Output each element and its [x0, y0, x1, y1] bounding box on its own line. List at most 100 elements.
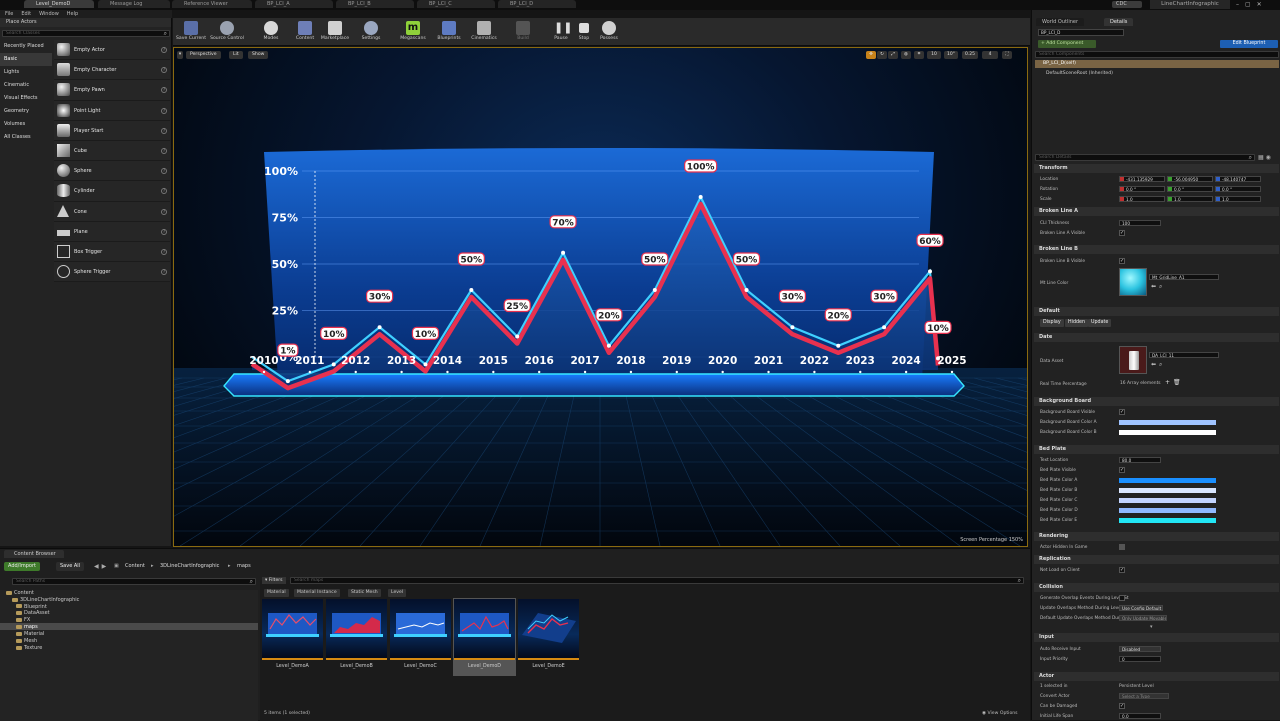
section-replication[interactable]: Replication	[1034, 555, 1279, 564]
add-component-button[interactable]: + Add Component	[1038, 40, 1096, 48]
section-broken-line-b[interactable]: Broken Line B	[1034, 245, 1279, 254]
actor-box-trigger[interactable]: Box Trigger?	[54, 241, 170, 263]
scale-y-field[interactable]: 1.0	[1167, 196, 1213, 202]
broken-line-b-visible-checkbox[interactable]: ✓	[1119, 258, 1125, 264]
actor-sphere-trigger[interactable]: Sphere Trigger?	[54, 262, 170, 283]
transform-mode-icon[interactable]: ✥	[866, 51, 876, 59]
doc-tab-level[interactable]: Level_DemoD	[24, 0, 94, 8]
scale-x-field[interactable]: 1.0	[1119, 196, 1165, 202]
actor-empty-actor[interactable]: Empty Actor?	[54, 40, 170, 61]
cinematics-button[interactable]: Cinematics	[466, 18, 502, 46]
help-icon[interactable]: ?	[161, 87, 167, 94]
doc-tab-message-log[interactable]: Message Log	[98, 0, 170, 8]
component-root-row[interactable]: BP_LCI_D(self)	[1035, 60, 1279, 68]
section-input[interactable]: Input	[1034, 633, 1279, 642]
section-date[interactable]: Date	[1034, 333, 1279, 342]
doc-tab-reference-viewer[interactable]: Reference Viewer	[172, 0, 252, 8]
save-current-button[interactable]: Save Current	[173, 18, 209, 46]
marketplace-button[interactable]: Marketplace	[317, 18, 353, 46]
help-icon[interactable]: ?	[161, 228, 167, 235]
help-icon[interactable]: ?	[161, 188, 167, 195]
search-paths-input[interactable]: Search Paths ⌕	[12, 578, 256, 585]
menu-window[interactable]: Window	[39, 10, 59, 18]
display-button[interactable]: Display	[1040, 319, 1064, 327]
category-basic[interactable]: Basic	[0, 53, 52, 66]
help-icon[interactable]: ?	[161, 107, 167, 114]
scale-z-field[interactable]: 1.0	[1215, 196, 1261, 202]
help-icon[interactable]: ?	[161, 248, 167, 255]
category-cinematic[interactable]: Cinematic	[0, 79, 52, 92]
tree-blueprint[interactable]: Blueprint	[16, 604, 47, 610]
possess-button[interactable]: Possess	[591, 18, 627, 46]
actor-hidden-checkbox[interactable]	[1119, 544, 1125, 550]
tree-texture[interactable]: Texture	[16, 645, 42, 651]
surface-snap-icon[interactable]: ⌗	[914, 51, 924, 59]
bed-plate-color-e-swatch[interactable]	[1119, 518, 1216, 523]
show-button[interactable]: Show	[248, 51, 269, 59]
rotation-z-field[interactable]: 0.0 °	[1215, 186, 1261, 192]
broken-line-a-visible-checkbox[interactable]: ✓	[1119, 230, 1125, 236]
asset-level-demo-c[interactable]: Level_DemoC	[389, 598, 452, 676]
array-add-icon[interactable]: +🗑	[1165, 379, 1184, 386]
section-actor[interactable]: Actor	[1034, 672, 1279, 681]
bed-plate-color-a-swatch[interactable]	[1119, 478, 1216, 483]
viewport-menu-button[interactable]: ▾	[177, 51, 183, 59]
modes-button[interactable]: Modes	[253, 18, 289, 46]
doc-tab-bp-lci-d[interactable]: BP_LCI_D	[498, 0, 576, 8]
data-asset-dropdown[interactable]: DA_LCI_11	[1149, 352, 1219, 358]
menu-edit[interactable]: Edit	[21, 10, 31, 18]
initial-life-span-field[interactable]: 0.0	[1119, 713, 1161, 719]
hidden-button[interactable]: Hidden	[1065, 319, 1089, 327]
help-icon[interactable]: ?	[161, 147, 167, 154]
line-material-dropdown[interactable]: Mt_GridLine_A1	[1149, 274, 1219, 280]
actor-empty-pawn[interactable]: Empty Pawn?	[54, 80, 170, 101]
default-update-dropdown[interactable]: Only Update Movable	[1119, 615, 1167, 621]
material-thumbnail[interactable]	[1119, 268, 1147, 296]
breadcrumb-project[interactable]: 3DLineChartInfographic	[160, 562, 219, 571]
component-child-row[interactable]: DefaultSceneRoot (Inherited)	[1046, 71, 1113, 76]
perspective-button[interactable]: Perspective	[186, 51, 221, 59]
menu-file[interactable]: File	[5, 10, 13, 18]
bg-board-visible-checkbox[interactable]: ✓	[1119, 409, 1125, 415]
doc-tab-bp-lci-a[interactable]: BP_LCI_A	[255, 0, 333, 8]
megascans-button[interactable]: m Megascans	[395, 18, 431, 46]
tree-project[interactable]: 3DLineChartInfographic	[12, 597, 79, 603]
filter-tab-level[interactable]: Level	[388, 589, 407, 597]
breadcrumb-maps[interactable]: maps	[237, 562, 251, 571]
rotation-y-field[interactable]: 0.0 °	[1167, 186, 1213, 192]
build-button[interactable]: Build	[505, 18, 541, 46]
content-browser-tab[interactable]: Content Browser	[4, 550, 64, 558]
tab-details[interactable]: Details	[1104, 18, 1134, 26]
category-geometry[interactable]: Geometry	[0, 105, 52, 118]
rotate-mode-icon[interactable]: ↻	[877, 51, 887, 59]
browse-asset-icon[interactable]: ⬅⌕	[1151, 361, 1165, 369]
window-controls[interactable]: –▢✕	[1236, 0, 1268, 9]
filter-tab-material-instance[interactable]: Material Instance	[294, 589, 340, 597]
search-components-input[interactable]: Search Components	[1035, 51, 1279, 58]
help-icon[interactable]: ?	[161, 47, 167, 53]
auto-receive-input-dropdown[interactable]: Disabled	[1119, 646, 1161, 652]
rotation-snap-value[interactable]: 10°	[944, 51, 958, 59]
history-nav-icons[interactable]: ◀▶	[94, 562, 109, 571]
actor-point-light[interactable]: Point Light?	[54, 100, 170, 121]
actor-plane[interactable]: Plane?	[54, 221, 170, 242]
location-x-field[interactable]: -431.135929	[1119, 176, 1165, 182]
doc-tab-bp-lci-c[interactable]: BP_LCI_C	[417, 0, 495, 8]
grid-snap-value[interactable]: 10	[927, 51, 941, 59]
world-icon[interactable]: ◍	[901, 51, 911, 59]
help-icon[interactable]: ?	[161, 269, 167, 276]
section-collision[interactable]: Collision	[1034, 583, 1279, 592]
breadcrumb-content[interactable]: Content	[125, 562, 145, 571]
generate-overlap-checkbox[interactable]	[1119, 595, 1125, 601]
place-actors-search[interactable]: Search Classes ⌕	[2, 30, 170, 37]
save-all-button[interactable]: Save All	[56, 562, 85, 571]
add-import-button[interactable]: Add/Import	[4, 562, 40, 571]
text-location-field[interactable]: 80.0	[1119, 457, 1161, 463]
location-z-field[interactable]: -48.140747	[1215, 176, 1261, 182]
bed-plate-visible-checkbox[interactable]: ✓	[1119, 467, 1125, 473]
details-view-options-icon[interactable]: ▦◉	[1258, 154, 1273, 161]
category-lights[interactable]: Lights	[0, 66, 52, 79]
scale-snap-value[interactable]: 0.25	[962, 51, 978, 59]
help-icon[interactable]: ?	[161, 127, 167, 134]
net-load-checkbox[interactable]: ✓	[1119, 567, 1125, 573]
